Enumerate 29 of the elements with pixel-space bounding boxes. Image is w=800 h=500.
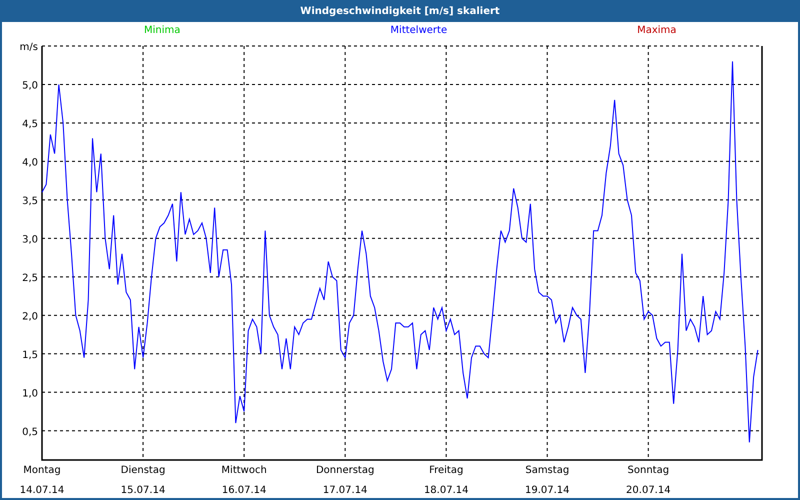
x-tick-date: 19.07.14: [525, 485, 570, 496]
y-tick-label: 1,0: [22, 388, 38, 400]
x-tick-date: 15.07.14: [120, 485, 166, 496]
legend-label: Minima: [144, 24, 180, 36]
y-tick-label: 4,0: [22, 157, 38, 168]
x-tick-date: 20.07.14: [626, 485, 671, 496]
x-tick-label: Donnerstag: [316, 465, 374, 476]
y-axis-unit: m/s: [20, 42, 38, 53]
x-tick-date: 14.07.14: [20, 485, 64, 496]
window-title: Windgeschwindigkeit [m/s] skaliert: [2, 0, 798, 22]
y-tick-label: 3,5: [22, 196, 38, 207]
x-tick-date: 17.07.14: [322, 485, 368, 496]
legend-label: Maxima: [637, 24, 676, 36]
y-tick-label: 0,5: [22, 426, 38, 438]
y-tick-label: 4,5: [22, 118, 38, 130]
x-tick-date: 16.07.14: [222, 485, 266, 496]
y-tick-label: 2,0: [22, 311, 38, 322]
x-tick-label: Montag: [23, 465, 61, 476]
x-tick-label: Samstag: [525, 465, 570, 476]
x-tick-date: 18.07.14: [424, 485, 468, 496]
y-tick-label: 5,0: [22, 80, 38, 92]
y-tick-label: 3,0: [22, 234, 38, 246]
y-tick-label: 1,5: [22, 350, 38, 361]
x-tick-label: Freitag: [429, 465, 464, 476]
x-tick-label: Mittwoch: [221, 465, 267, 476]
y-tick-label: 2,5: [22, 272, 38, 284]
x-tick-label: Sonntag: [628, 465, 670, 476]
x-tick-label: Dienstag: [120, 465, 166, 476]
legend-label: Mittelwerte: [390, 24, 448, 36]
